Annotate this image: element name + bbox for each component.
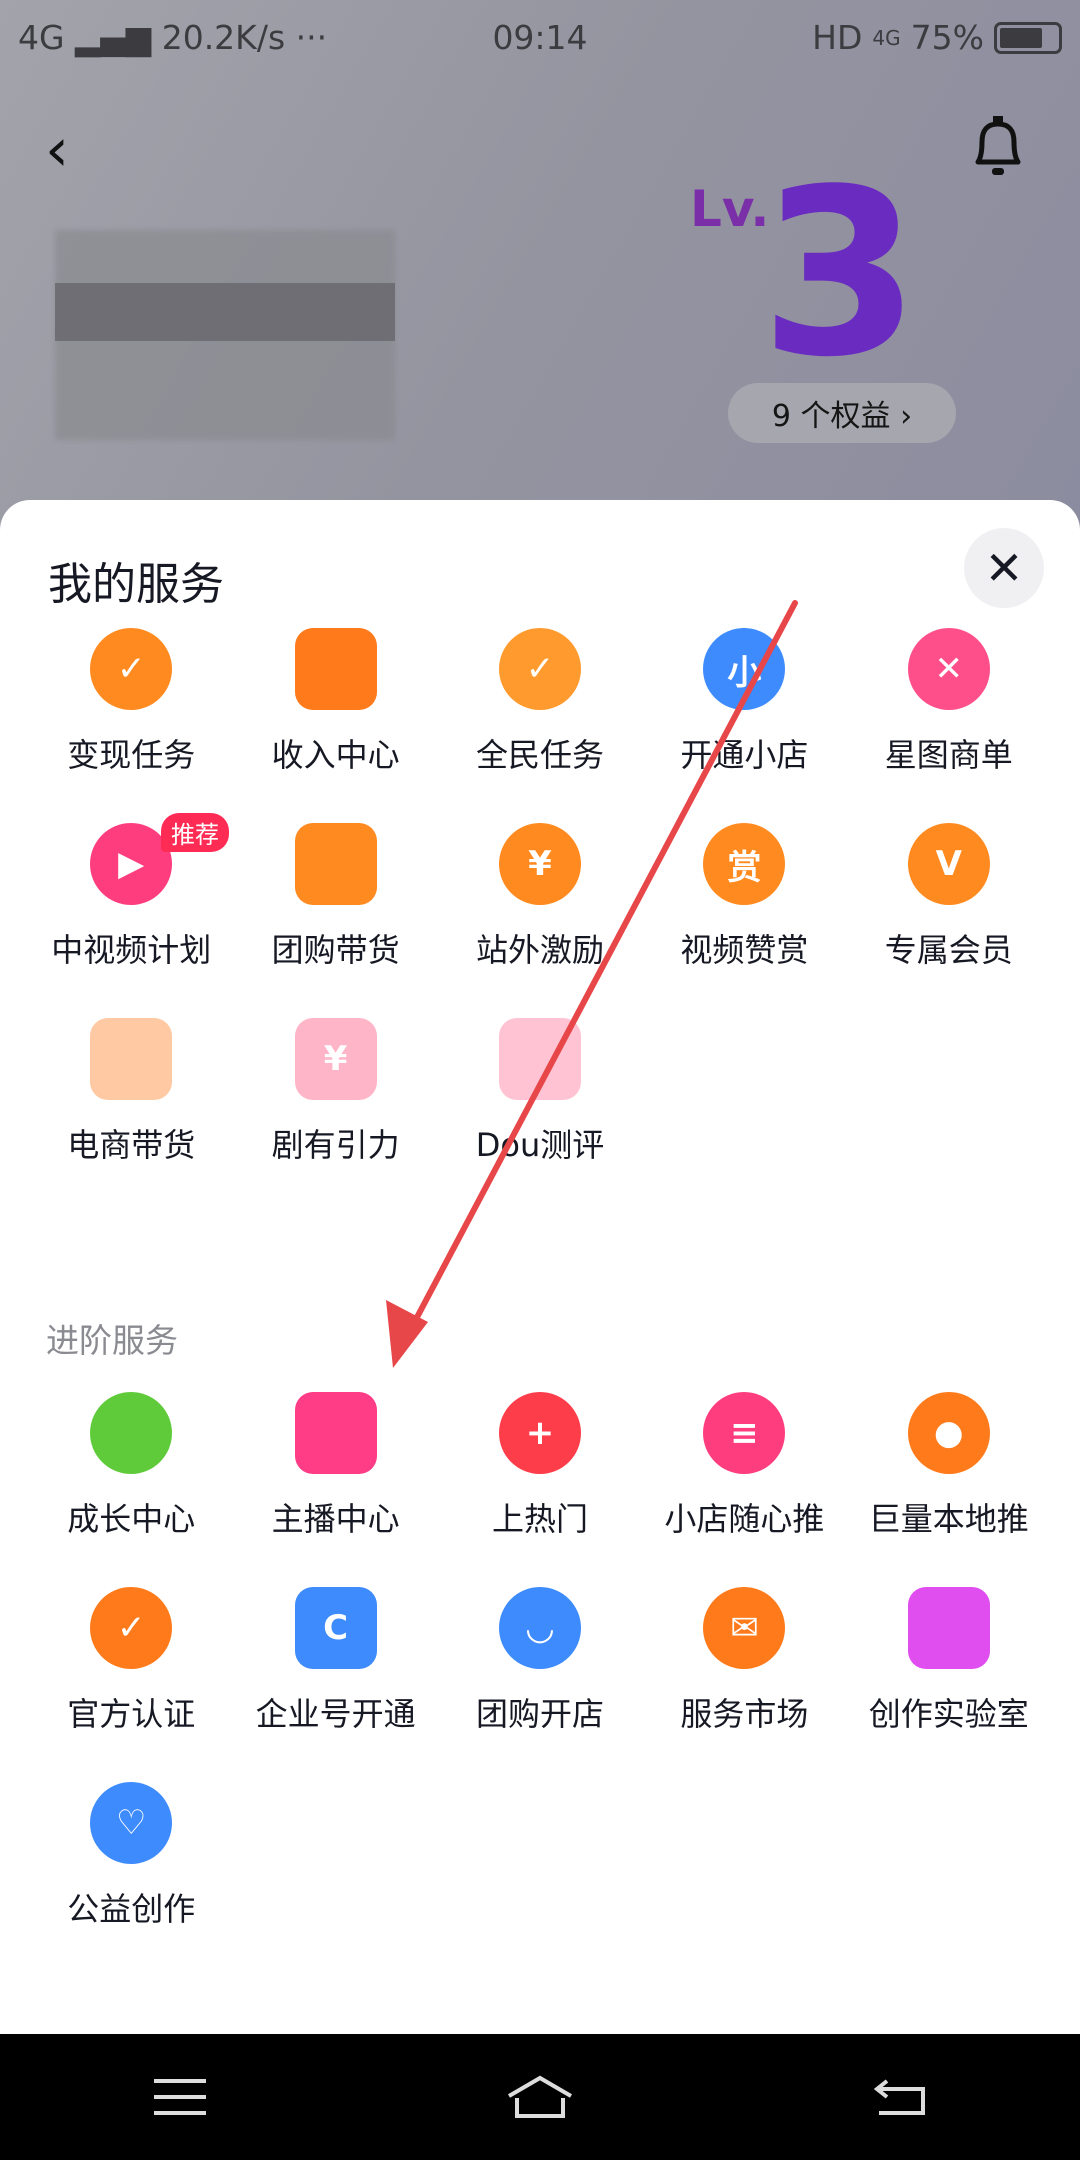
advanced-section-title: 进阶服务 <box>46 1321 178 1360</box>
service-item[interactable]: ✓ 变现任务 <box>29 610 233 805</box>
clock: 09:14 <box>492 18 588 57</box>
location-icon: ● <box>907 1392 990 1474</box>
service-label: 服务市场 <box>680 1695 809 1733</box>
medal-icon: ✓ <box>90 1587 173 1669</box>
cart-icon: ≡ <box>703 1392 786 1474</box>
back-button[interactable]: ‹ <box>45 115 69 185</box>
service-label: 变现任务 <box>67 736 196 774</box>
service-item[interactable]: ≡ 小店随心推 <box>642 1374 846 1569</box>
services-sheet: 我的服务 ✕ ✓ 变现任务 收入中心 ✓ 全民任务小开通小店 ✕ 星图商单 ▶ 中视频计划 推荐团… <box>0 500 1080 2034</box>
reward-icon: 赏 <box>703 823 786 905</box>
service-label: 公益创作 <box>67 1890 196 1928</box>
service-label: 创作实验室 <box>868 1695 1029 1733</box>
service-label: 巨量本地推 <box>868 1500 1029 1538</box>
service-item[interactable]: ♡ 公益创作 <box>29 1764 233 1959</box>
service-item[interactable]: ✓ 官方认证 <box>29 1569 233 1764</box>
enterprise-icon: C <box>294 1587 377 1669</box>
star-map-icon: ✕ <box>907 628 990 710</box>
service-item[interactable]: ✉ 服务市场 <box>642 1569 846 1764</box>
leaf-icon <box>90 1392 173 1474</box>
service-label: Dou测评 <box>475 1126 605 1164</box>
service-label: 成长中心 <box>67 1500 196 1538</box>
service-label: 星图商单 <box>884 736 1013 774</box>
service-label: 官方认证 <box>67 1695 196 1733</box>
service-item[interactable]: ¥ 站外激励 <box>438 805 642 1000</box>
recommend-badge: 推荐 <box>161 813 229 852</box>
service-label: 主播中心 <box>271 1500 400 1538</box>
service-item[interactable]: ✓ 全民任务 <box>438 610 642 805</box>
charity-icon: ♡ <box>90 1782 173 1864</box>
service-item[interactable]: Dou测评 <box>438 1000 642 1195</box>
service-label: 中视频计划 <box>51 931 212 969</box>
service-label: 专属会员 <box>884 931 1013 969</box>
level-prefix: Lv. <box>690 180 770 238</box>
service-label: 团购开店 <box>475 1695 604 1733</box>
service-label: 收入中心 <box>271 736 400 774</box>
flask-icon <box>907 1587 990 1669</box>
service-label: 上热门 <box>491 1500 588 1538</box>
service-label: 站外激励 <box>475 931 604 969</box>
service-label: 小店随心推 <box>664 1500 825 1538</box>
level-number: 3 <box>760 141 921 408</box>
service-label: 电商带货 <box>67 1126 196 1164</box>
service-market-icon: ✉ <box>703 1587 786 1669</box>
service-item[interactable]: C 企业号开通 <box>233 1569 437 1764</box>
groupbuy-icon: ◡ <box>498 1587 581 1669</box>
my-services-grid: ✓ 变现任务 收入中心 ✓ 全民任务小开通小店 ✕ 星图商单 ▶ 中视频计划 推荐 团购带货 ¥ 站外激… <box>29 610 1051 1195</box>
service-item[interactable]: ▶ 中视频计划 推荐 <box>29 805 233 1000</box>
service-item[interactable]: 赏视频赞赏 <box>642 805 846 1000</box>
service-item[interactable]: + 上热门 <box>438 1374 642 1569</box>
video-yuan-icon: ¥ <box>498 823 581 905</box>
service-label: 视频赞赏 <box>680 931 809 969</box>
drama-locked-icon: ¥ <box>294 1018 377 1100</box>
menu-button[interactable] <box>140 2067 220 2127</box>
service-label: 剧有引力 <box>271 1126 400 1164</box>
sheet-title: 我的服务 <box>48 559 224 610</box>
battery-icon <box>994 21 1062 54</box>
service-item[interactable]: 创作实验室 <box>847 1569 1051 1764</box>
service-item[interactable]: 成长中心 <box>29 1374 233 1569</box>
service-item[interactable]: V 专属会员 <box>847 805 1051 1000</box>
service-label: 开通小店 <box>680 736 809 774</box>
store-icon <box>294 823 377 905</box>
camera-icon <box>294 1392 377 1474</box>
people-icon: ✓ <box>498 628 581 710</box>
system-nav-bar <box>0 2034 1080 2160</box>
bag-locked-icon <box>90 1018 173 1100</box>
service-item[interactable]: 收入中心 <box>233 610 437 805</box>
close-button[interactable]: ✕ <box>964 528 1044 608</box>
service-item[interactable]: 小开通小店 <box>642 610 846 805</box>
bell-icon[interactable] <box>968 112 1028 182</box>
flame-icon: + <box>498 1392 581 1474</box>
service-item[interactable]: ● 巨量本地推 <box>847 1374 1051 1569</box>
home-button[interactable] <box>500 2067 580 2127</box>
rights-button[interactable]: 9 个权益 › <box>728 383 956 443</box>
vip-icon: V <box>907 823 990 905</box>
service-item[interactable]: ◡ 团购开店 <box>438 1569 642 1764</box>
play-icon: ▶ <box>90 823 173 905</box>
service-label: 团购带货 <box>271 931 400 969</box>
service-label: 企业号开通 <box>255 1695 416 1733</box>
trophy-icon: ✓ <box>90 628 173 710</box>
service-item[interactable]: 电商带货 <box>29 1000 233 1195</box>
back-nav-button[interactable] <box>860 2067 940 2127</box>
status-bar: 4G ▂▄▆ 20.2K/s ··· 09:14 HD 4G 75% <box>0 0 1080 75</box>
wallet-icon <box>294 628 377 710</box>
service-item[interactable]: ✕ 星图商单 <box>847 610 1051 805</box>
advanced-services-grid: 成长中心 主播中心 + 上热门 ≡ 小店随心推 ● 巨量本地推 ✓ 官方认证 C 企业号开通 ◡ 团购开店… <box>29 1374 1051 1959</box>
service-item[interactable]: 主播中心 <box>233 1374 437 1569</box>
service-item[interactable]: ¥ 剧有引力 <box>233 1000 437 1195</box>
service-item[interactable]: 团购带货 <box>233 805 437 1000</box>
blurred-username <box>55 283 395 341</box>
shop-icon: 小 <box>703 628 786 710</box>
service-label: 全民任务 <box>475 736 604 774</box>
gift-locked-icon <box>498 1018 581 1100</box>
